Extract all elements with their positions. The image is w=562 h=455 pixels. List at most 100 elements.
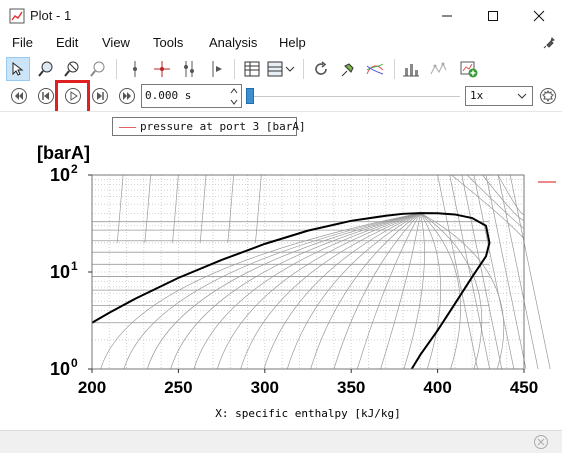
table-view-button[interactable] (240, 57, 264, 81)
refresh-icon (315, 61, 327, 75)
chevron-down-icon (517, 93, 527, 99)
chevron-up-icon (230, 88, 238, 94)
play-button-highlight (55, 80, 90, 114)
speed-select[interactable]: 1x (465, 86, 533, 106)
cursor-button[interactable] (123, 57, 147, 81)
bars-icon (403, 64, 419, 77)
zoom-out-button[interactable] (60, 57, 84, 81)
select-tool-button[interactable] (6, 57, 30, 81)
menu-file[interactable]: File (12, 35, 33, 50)
speed-value: 1x (470, 89, 484, 102)
cursor-step-icon (212, 61, 222, 77)
menu-tools[interactable]: Tools (153, 35, 183, 50)
saturation-dome (91, 212, 491, 370)
isentrope-line (199, 174, 207, 243)
step-forward-icon (92, 88, 108, 104)
pin-window-icon[interactable] (542, 35, 556, 54)
menu-edit[interactable]: Edit (56, 35, 78, 50)
cursor-icon (133, 61, 137, 77)
quality-line (100, 212, 421, 370)
go-to-start-button[interactable] (9, 86, 29, 106)
close-icon (533, 10, 545, 21)
dots-icon (430, 62, 447, 75)
zoom-reset-button[interactable] (86, 57, 110, 81)
y-tick-label: 10 (50, 262, 70, 282)
table-dropdown-button[interactable] (265, 57, 297, 81)
y-tick-label: 10 (50, 359, 70, 379)
x-axis-ticks: 200 250 300 350 400 450 (78, 369, 538, 397)
quality-line (193, 212, 421, 370)
go-to-end-button[interactable] (117, 86, 137, 106)
x-tick-label: 450 (510, 378, 538, 397)
x-axis-label: X: specific enthalpy [kJ/kg] (215, 407, 400, 420)
isentrope-line (144, 174, 152, 243)
curves-button[interactable] (363, 57, 387, 81)
time-increment-button[interactable] (228, 86, 240, 96)
rewind-icon (11, 88, 27, 104)
plot-grid (91, 175, 525, 370)
toolbar-separator (303, 59, 304, 79)
plot-toolbar (0, 55, 562, 83)
x-tick-label: 350 (337, 378, 365, 397)
menu-analysis[interactable]: Analysis (209, 35, 257, 50)
bar-chart-button[interactable] (399, 57, 423, 81)
menu-view[interactable]: View (102, 35, 130, 50)
menu-help[interactable]: Help (279, 35, 306, 50)
maximize-icon (488, 10, 498, 21)
zoom-reset-icon (90, 61, 105, 77)
refresh-button[interactable] (309, 57, 333, 81)
crosshair-icon (154, 61, 170, 77)
zoom-out-icon (64, 61, 79, 77)
menu-bar: File Edit View Tools Analysis Help (0, 32, 562, 54)
quality-line (420, 212, 442, 370)
time-value: 0.000 s (145, 89, 192, 102)
toolbar-separator (234, 59, 235, 79)
isentrope-line (254, 174, 262, 243)
fast-forward-icon (119, 88, 135, 104)
status-bar (0, 430, 562, 453)
ph-diagram-chart[interactable]: 10 010 110 2 200 250 300 350 400 450 [barA] X: s… (0, 112, 562, 428)
speed-settings-button[interactable] (538, 86, 558, 106)
crosshair-button[interactable] (150, 57, 174, 81)
quality-line (240, 212, 421, 370)
time-input[interactable]: 0.000 s (141, 84, 242, 108)
zoom-icon (38, 61, 53, 77)
pin-icon (341, 63, 354, 77)
pin-curve-button[interactable] (336, 57, 360, 81)
chevron-down-icon (230, 99, 238, 105)
legend-swatch (119, 127, 136, 128)
minimize-icon (442, 15, 452, 16)
isotherm-line (509, 174, 551, 370)
saturation-dome-line (91, 212, 491, 370)
title-bar: Plot - 1 (0, 0, 562, 31)
x-tick-label: 300 (251, 378, 279, 397)
time-decrement-button[interactable] (228, 97, 240, 107)
two-cursors-button[interactable] (177, 57, 201, 81)
time-slider-thumb[interactable] (246, 88, 254, 104)
step-back-icon (38, 88, 54, 104)
y-axis-unit: [barA] (37, 143, 90, 163)
add-plot-icon (460, 61, 478, 78)
minimize-button[interactable] (424, 0, 470, 31)
time-slider-track[interactable] (250, 96, 460, 97)
plot-app-icon (9, 8, 25, 28)
add-plot-button[interactable] (457, 57, 481, 81)
toolbar-separator (116, 59, 117, 79)
isentrope-line (227, 174, 235, 243)
y-tick-exponent: 2 (71, 162, 78, 176)
table-icon (244, 61, 260, 77)
zoom-in-button[interactable] (34, 57, 58, 81)
step-back-button[interactable] (36, 86, 56, 106)
maximize-button[interactable] (470, 0, 516, 31)
cursor-step-button[interactable] (204, 57, 228, 81)
step-forward-button[interactable] (90, 86, 110, 106)
x-tick-label: 400 (423, 378, 451, 397)
quality-line (146, 212, 421, 370)
settings-icon (540, 88, 556, 104)
close-button[interactable] (516, 0, 562, 31)
legend[interactable]: pressure at port 3 [barA] (112, 117, 306, 136)
y-tick-exponent: 1 (71, 259, 78, 273)
scatter-button[interactable] (426, 57, 450, 81)
y-tick-exponent: 0 (71, 356, 78, 370)
curves-icon (366, 63, 384, 75)
